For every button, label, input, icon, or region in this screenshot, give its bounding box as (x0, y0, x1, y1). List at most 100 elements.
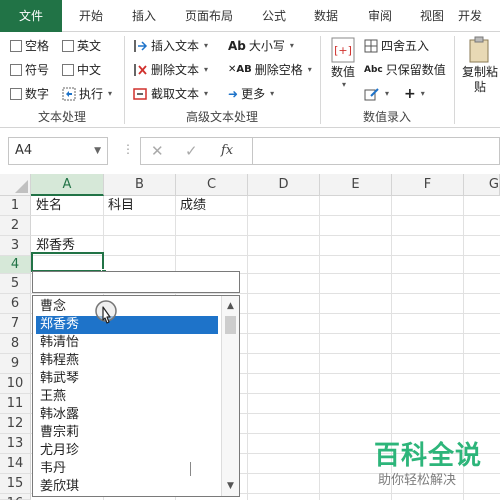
row-header-7[interactable]: 7 (0, 314, 31, 334)
chevron-down-icon: ▾ (307, 65, 312, 74)
chevron-down-icon[interactable]: ▼ (222, 478, 239, 494)
ribbon: 空格 英文 符号 中文 数字 执行 ▾ 文本处理 插入文本 ▾ 删除文本 ▾ 截… (0, 32, 500, 128)
svg-text:[+]: [+] (334, 44, 352, 57)
list-item[interactable]: 韩程燕 (36, 352, 218, 370)
case-button[interactable]: Ab 大小写 ▾ (228, 36, 294, 56)
number-checkbox[interactable]: 数字 (10, 84, 49, 104)
row-header-1[interactable]: 1 (0, 196, 31, 216)
edit-tool-button[interactable]: ▾ (364, 84, 389, 104)
tab-data[interactable]: 数据 (298, 0, 354, 32)
space-checkbox[interactable]: 空格 (10, 36, 49, 56)
row-header-14[interactable]: 14 (0, 454, 31, 474)
gridline (31, 235, 500, 236)
checkbox-icon (10, 64, 22, 76)
tab-page-layout[interactable]: 页面布局 (168, 0, 250, 32)
insert-text-button[interactable]: 插入文本 ▾ (132, 36, 208, 56)
delete-text-button[interactable]: 删除文本 ▾ (132, 60, 208, 80)
symbol-checkbox[interactable]: 符号 (10, 60, 49, 80)
row-header-4[interactable]: 4 (0, 256, 31, 274)
chevron-down-icon: ▾ (270, 89, 275, 98)
tab-file[interactable]: 文件 (0, 0, 62, 32)
scroll-thumb[interactable] (225, 316, 236, 334)
clipboard-icon (469, 36, 489, 63)
value-button[interactable]: [+] 数值 ▾ (326, 36, 360, 106)
column-header-b[interactable]: B (104, 174, 176, 196)
confirm-icon[interactable]: ✓ (185, 138, 198, 164)
tab-review[interactable]: 审阅 (354, 0, 406, 32)
column-header-g[interactable]: G (464, 174, 500, 196)
column-header-d[interactable]: D (248, 174, 320, 196)
formula-bar: A4 ▼ ⋮ ✕ ✓ fx (0, 128, 500, 174)
tab-developer[interactable]: 开发 (458, 0, 500, 32)
extract-text-button[interactable]: 截取文本 ▾ (132, 84, 208, 104)
list-item[interactable]: 韩清怡 (36, 334, 218, 352)
execute-button[interactable]: 执行 ▾ (62, 84, 112, 104)
english-checkbox[interactable]: 英文 (62, 36, 101, 56)
checkbox-icon (10, 88, 22, 100)
row-header-6[interactable]: 6 (0, 294, 31, 314)
row-header-13[interactable]: 13 (0, 434, 31, 454)
list-item[interactable]: 韩武琴 (36, 370, 218, 388)
list-item[interactable]: 姜欣琪 (36, 478, 218, 496)
list-item[interactable]: 曹念 (36, 298, 218, 316)
chevron-down-icon[interactable]: ▼ (94, 138, 101, 164)
name-box[interactable]: A4 ▼ (8, 137, 108, 165)
row-header-11[interactable]: 11 (0, 394, 31, 414)
row-header-16[interactable]: 16 (0, 494, 31, 500)
group-label-advanced: 高级文本处理 (185, 110, 258, 124)
chevron-up-icon[interactable]: ▲ (222, 298, 239, 314)
group-label-values: 数值录入 (362, 110, 411, 124)
column-header-a[interactable]: A (31, 174, 104, 196)
corner-triangle-icon (15, 180, 28, 193)
chevron-down-icon: ▾ (341, 80, 346, 89)
add-button[interactable]: + ▾ (404, 84, 425, 104)
value-icon: [+] (331, 37, 355, 63)
tab-view[interactable]: 视图 (406, 0, 458, 32)
execute-icon (62, 87, 76, 101)
column-header-c[interactable]: C (176, 174, 248, 196)
row-header-9[interactable]: 9 (0, 354, 31, 374)
delete-space-button[interactable]: ✕AB 删除空格 ▾ (228, 60, 312, 80)
checkbox-icon (62, 64, 74, 76)
column-header-f[interactable]: F (392, 174, 464, 196)
cell-a1[interactable]: 姓名 (32, 196, 62, 216)
keep-values-button[interactable]: Abc 只保留数值 (364, 60, 446, 80)
chinese-checkbox[interactable]: 中文 (62, 60, 101, 80)
gridline (31, 293, 500, 294)
cell-b1[interactable]: 科目 (104, 196, 134, 216)
list-item[interactable]: 韩冰露 (36, 406, 218, 424)
tab-insert[interactable]: 插入 (120, 0, 168, 32)
row-header-10[interactable]: 10 (0, 374, 31, 394)
select-all-corner[interactable] (0, 174, 31, 196)
cancel-icon[interactable]: ✕ (151, 138, 164, 164)
more-button[interactable]: ➜ 更多 ▾ (228, 84, 274, 104)
list-item-selected[interactable]: 郑香秀 (36, 316, 218, 334)
row-header-5[interactable]: 5 (0, 274, 31, 294)
row-header-2[interactable]: 2 (0, 216, 31, 236)
list-item[interactable]: 王燕 (36, 388, 218, 406)
function-icon[interactable]: fx (221, 138, 233, 164)
row-header-15[interactable]: 15 (0, 474, 31, 494)
list-item[interactable]: 尤月珍 (36, 442, 218, 460)
chevron-down-icon: ▾ (204, 65, 209, 74)
gridline (247, 196, 248, 500)
column-header-e[interactable]: E (320, 174, 392, 196)
extract-text-icon (133, 88, 147, 100)
list-scrollbar[interactable]: ▲ ▼ (221, 296, 239, 496)
row-header-12[interactable]: 12 (0, 414, 31, 434)
tab-formulas[interactable]: 公式 (250, 0, 298, 32)
row-header-8[interactable]: 8 (0, 334, 31, 354)
round-button[interactable]: 四舍五入 (364, 36, 429, 56)
round-icon (364, 39, 378, 53)
copy-paste-button[interactable]: 复制粘 贴 (460, 36, 500, 106)
row-header-3[interactable]: 3 (0, 236, 31, 256)
drag-handle-icon[interactable]: ⋮ (122, 142, 134, 156)
cell-c1[interactable]: 成绩 (176, 196, 206, 216)
tab-home[interactable]: 开始 (62, 0, 120, 32)
combo-dropdown-list[interactable]: 曹念 郑香秀 韩清怡 韩程燕 韩武琴 王燕 韩冰露 曹宗莉 尤月珍 韦丹 姜欣琪… (32, 295, 240, 497)
insert-text-icon (134, 40, 148, 52)
combo-input[interactable] (32, 271, 240, 293)
active-cell-a4[interactable] (31, 252, 104, 272)
formula-input[interactable] (252, 137, 500, 165)
list-item[interactable]: 曹宗莉 (36, 424, 218, 442)
